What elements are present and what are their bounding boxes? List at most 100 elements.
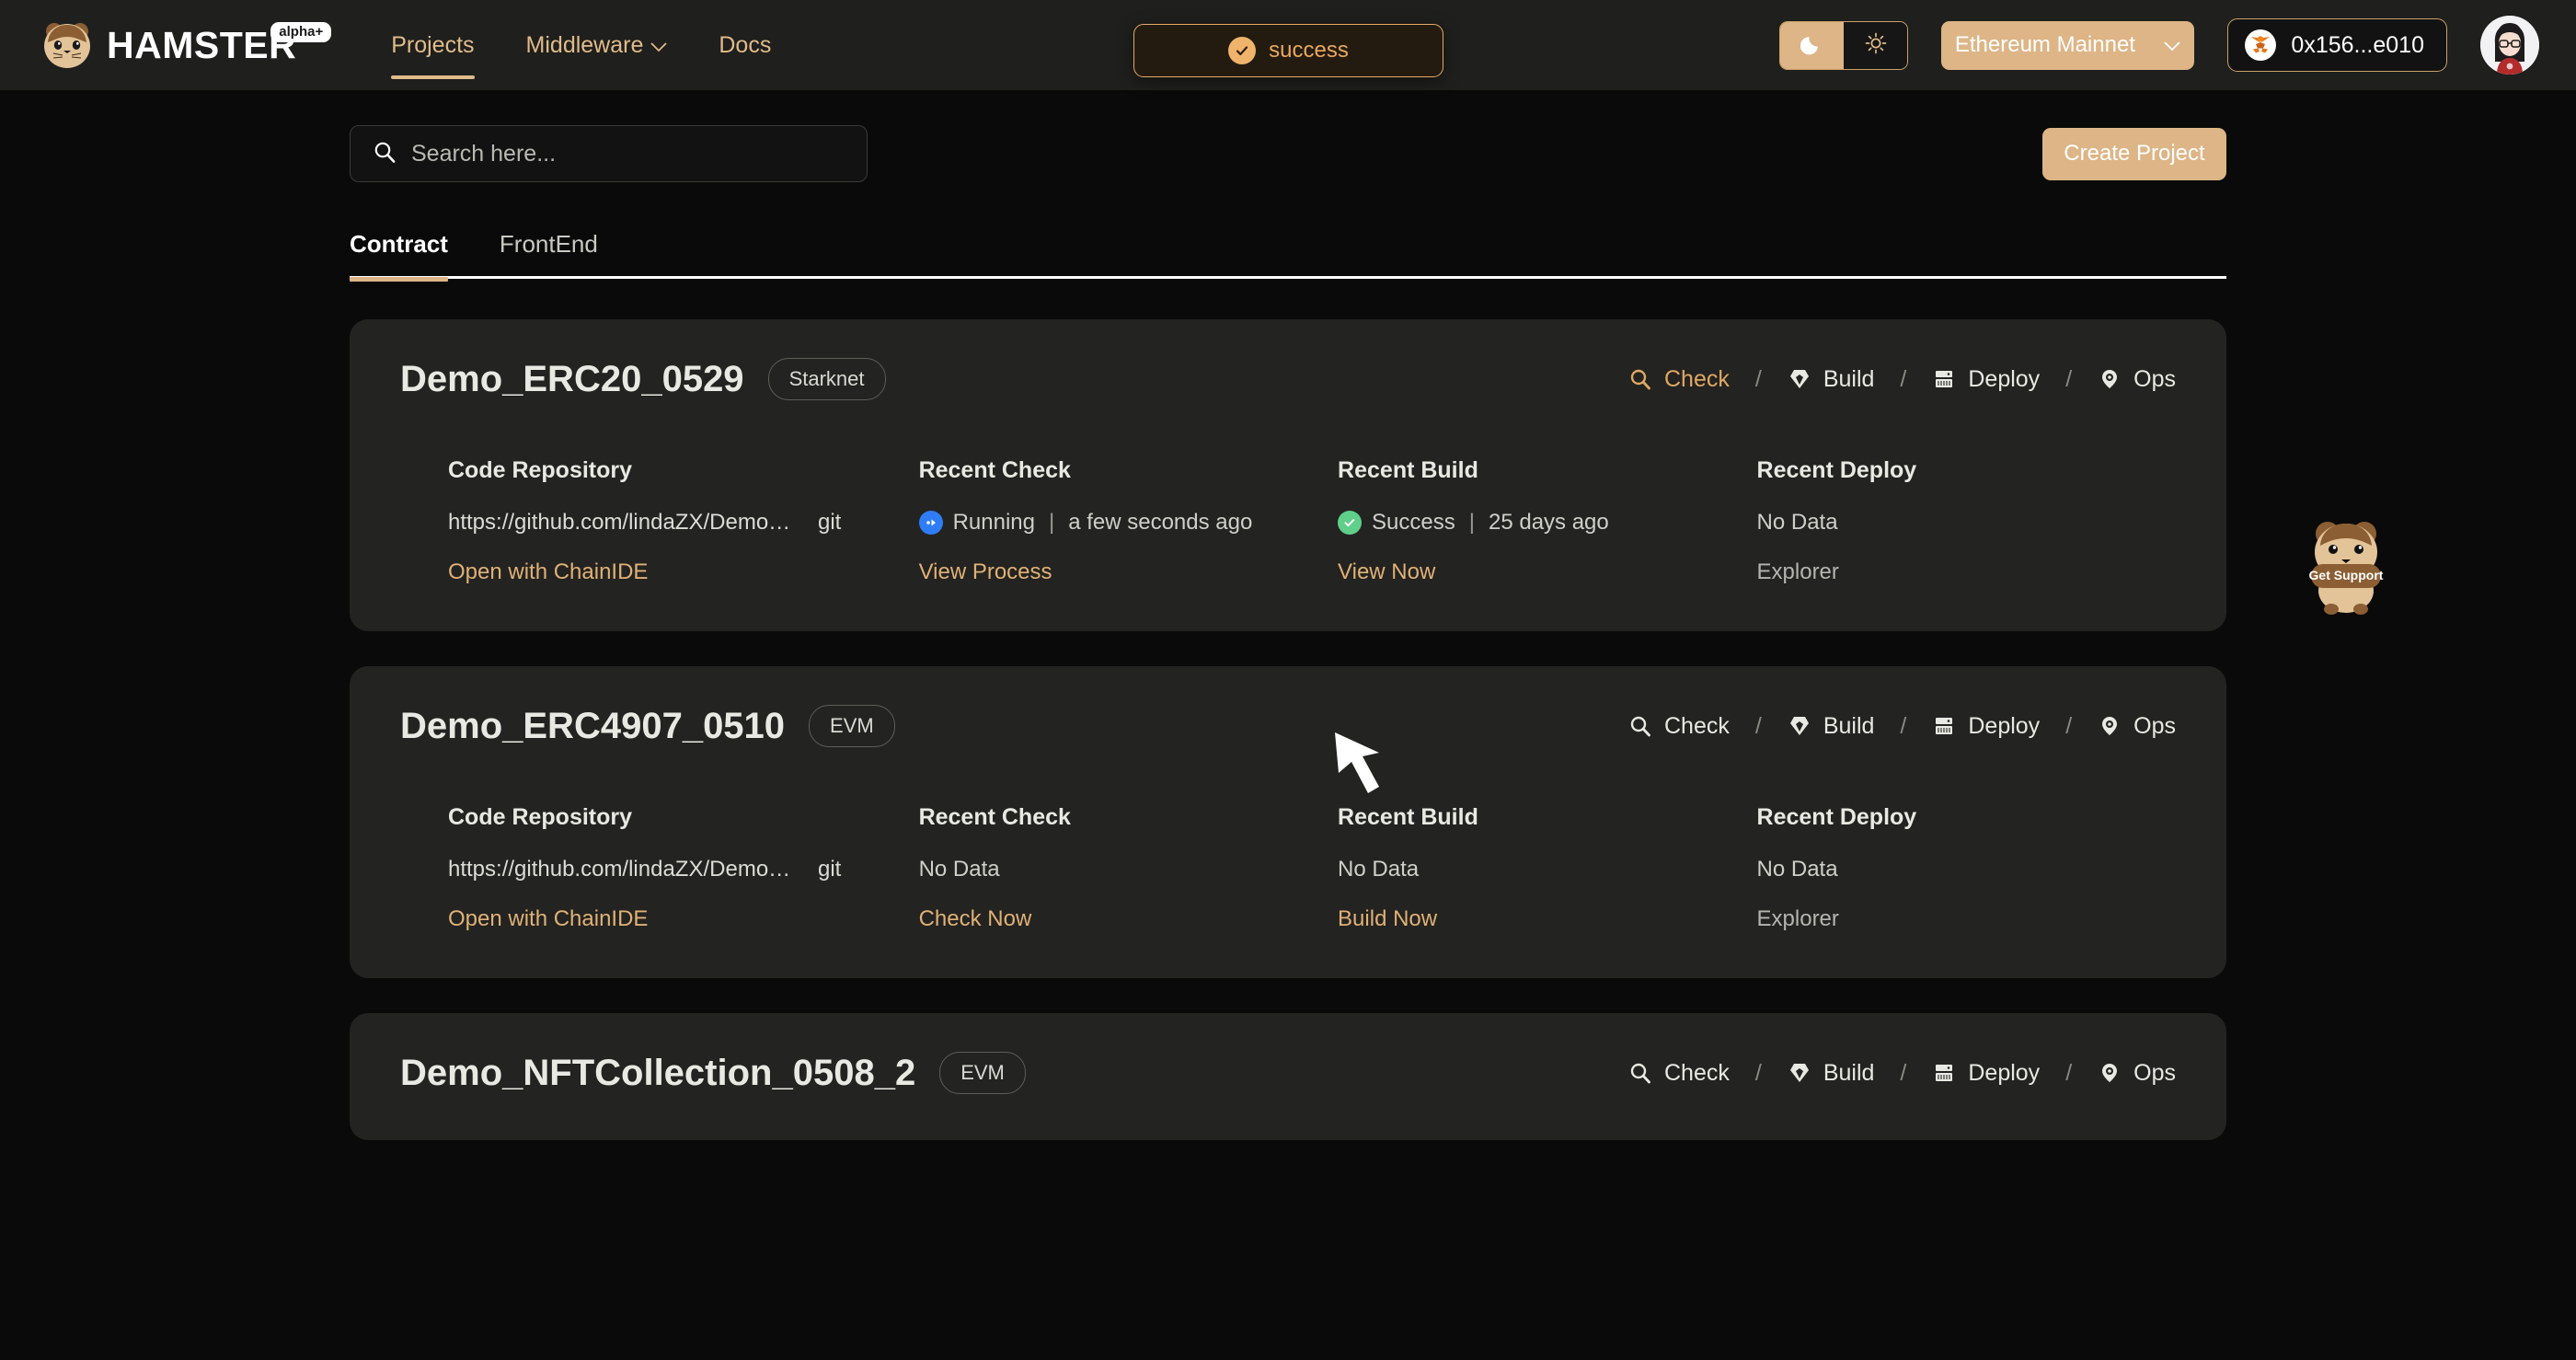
open-with-chainide-link[interactable]: Open with ChainIDE	[448, 559, 919, 585]
search-icon	[373, 140, 397, 168]
column-header: Recent Check	[918, 457, 1071, 483]
view-process-link[interactable]: View Process	[919, 559, 1338, 585]
user-avatar[interactable]	[2480, 16, 2539, 75]
action-separator: /	[1900, 712, 1907, 739]
view-now-link[interactable]: View Now	[1338, 559, 1756, 585]
chevron-down-icon	[2163, 32, 2181, 58]
project-card-header: Demo_NFTCollection_0508_2 EVM Check / Bu…	[400, 1052, 2176, 1094]
action-deploy[interactable]: Deploy	[1932, 1060, 2040, 1087]
diamond-icon	[1788, 714, 1811, 738]
page-body: Create Project Contract FrontEnd Demo_ER…	[0, 90, 2576, 1140]
location-pin-icon	[2098, 367, 2122, 391]
action-label: Check	[1663, 712, 1730, 739]
theme-toggle[interactable]	[1779, 20, 1909, 70]
sun-icon	[1864, 31, 1888, 60]
create-project-button[interactable]: Create Project	[2042, 127, 2226, 180]
brand-name: HAMSTER	[107, 23, 297, 66]
search-box[interactable]	[350, 125, 868, 182]
column-check: Recent Check No Data Check Now	[919, 804, 1338, 932]
magnifier-icon	[1628, 714, 1652, 738]
projects-toolbar: Create Project	[350, 90, 2226, 182]
project-card-header: Demo_ERC20_0529 Starknet Check / Build /…	[400, 358, 2176, 400]
build-status-time: 25 days ago	[1488, 510, 1609, 535]
repo-url: https://github.com/lindaZX/Demo_ER...	[448, 857, 798, 882]
column-header: Recent Deploy	[1756, 804, 1917, 830]
action-ops[interactable]: Ops	[2098, 713, 2176, 740]
check-status-time: a few seconds ago	[1068, 510, 1253, 535]
deploy-status: No Data	[1757, 857, 2176, 882]
get-support-widget[interactable]: Get Support	[2294, 513, 2398, 615]
column-header: Code Repository	[448, 457, 633, 483]
project-card-body: Code Repository https://github.com/linda…	[400, 804, 2176, 932]
column-build: Recent Build No Data Build Now	[1338, 804, 1756, 932]
server-rack-icon	[1932, 714, 1956, 738]
light-mode-option[interactable]	[1844, 21, 1908, 69]
action-separator: /	[1754, 712, 1762, 739]
action-check[interactable]: Check	[1628, 1060, 1730, 1087]
action-separator: /	[2065, 1059, 2073, 1086]
check-status-label: No Data	[918, 857, 1000, 882]
toast-label: success	[1269, 38, 1349, 63]
column-header: Code Repository	[448, 804, 633, 830]
deploy-status: No Data	[1757, 510, 2176, 536]
column-build: Recent Build Success | 25 days ago View …	[1338, 457, 1756, 585]
nav-item-middleware[interactable]: Middleware	[526, 5, 668, 86]
nav-item-projects[interactable]: Projects	[391, 5, 475, 86]
column-check: Recent Check Running | a few seconds ago…	[918, 457, 1338, 585]
diamond-icon	[1788, 367, 1811, 391]
project-title: Demo_ERC20_0529	[400, 358, 744, 399]
success-toast: success	[1133, 24, 1443, 77]
project-actions: Check / Build / Deploy / Ops	[1628, 1060, 2176, 1087]
column-deploy: Recent Deploy No Data Explorer	[1757, 457, 2176, 585]
action-ops[interactable]: Ops	[2098, 366, 2176, 393]
header-actions: Ethereum Mainnet 0x156...e010	[1779, 16, 2539, 75]
explorer-link[interactable]: Explorer	[1757, 559, 2176, 585]
column-header: Recent Build	[1338, 457, 1478, 483]
chain-badge: EVM	[809, 705, 895, 747]
repo-url: https://github.com/lindaZX/Demo_ER...	[448, 510, 798, 535]
open-with-chainide-link[interactable]: Open with ChainIDE	[448, 906, 919, 932]
repo-tag: git	[818, 510, 842, 535]
project-type-tabs: Contract FrontEnd	[350, 230, 2226, 282]
repo-tag: git	[818, 857, 842, 882]
column-header: Recent Deploy	[1756, 457, 1917, 483]
wallet-button[interactable]: 0x156...e010	[2227, 18, 2447, 72]
brand-logo[interactable]: HAMSTER alpha+	[40, 20, 332, 70]
hamster-logo-icon	[40, 20, 94, 70]
project-title: Demo_ERC4907_0510	[400, 705, 786, 746]
build-status: Success | 25 days ago	[1338, 510, 1756, 536]
action-ops[interactable]: Ops	[2098, 1060, 2176, 1087]
action-build[interactable]: Build	[1788, 1059, 1875, 1087]
action-label: Ops	[2133, 365, 2176, 392]
project-card: Demo_NFTCollection_0508_2 EVM Check / Bu…	[350, 1013, 2226, 1140]
check-now-link[interactable]: Check Now	[919, 906, 1338, 932]
build-now-link[interactable]: Build Now	[1338, 906, 1756, 932]
action-label: Check	[1663, 1059, 1730, 1086]
build-status: No Data	[1338, 857, 1756, 882]
action-check[interactable]: Check	[1628, 713, 1730, 740]
wallet-address: 0x156...e010	[2291, 31, 2424, 58]
nav-label: Docs	[719, 31, 772, 58]
action-build[interactable]: Build	[1788, 366, 1874, 393]
tab-frontend[interactable]: FrontEnd	[500, 230, 598, 279]
search-input[interactable]	[411, 140, 845, 167]
repo-value: https://github.com/lindaZX/Demo_ER... gi…	[448, 857, 919, 882]
action-deploy[interactable]: Deploy	[1932, 713, 2040, 740]
support-label: Get Support	[2309, 568, 2384, 582]
action-separator: /	[1754, 1059, 1762, 1086]
action-build[interactable]: Build	[1788, 713, 1874, 740]
tab-contract[interactable]: Contract	[350, 230, 448, 282]
column-repo: Code Repository https://github.com/linda…	[448, 804, 919, 932]
action-label: Build	[1823, 1059, 1875, 1086]
nav-item-docs[interactable]: Docs	[719, 5, 771, 86]
action-label: Deploy	[1968, 712, 2041, 739]
action-check[interactable]: Check	[1628, 366, 1730, 393]
explorer-link[interactable]: Explorer	[1757, 906, 2176, 932]
column-repo: Code Repository https://github.com/linda…	[448, 457, 919, 585]
network-selector[interactable]: Ethereum Mainnet	[1941, 20, 2195, 70]
action-deploy[interactable]: Deploy	[1932, 366, 2040, 393]
tab-label: Contract	[350, 230, 448, 258]
action-label: Deploy	[1968, 365, 2041, 392]
project-actions: Check / Build / Deploy / Ops	[1628, 713, 2176, 740]
dark-mode-option[interactable]	[1780, 21, 1845, 69]
